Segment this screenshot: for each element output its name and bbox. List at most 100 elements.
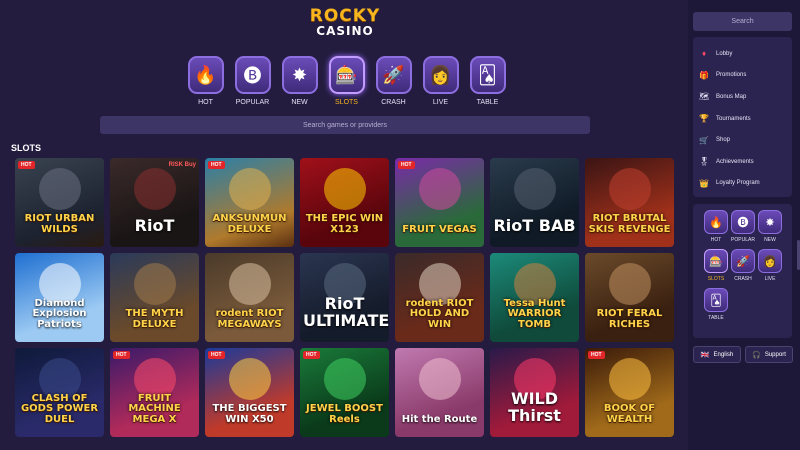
support-label: Support bbox=[764, 351, 786, 358]
sidebar-item-label: Achievements bbox=[716, 158, 754, 165]
game-tile[interactable]: RioT ULTIMATE bbox=[300, 253, 389, 342]
game-art bbox=[323, 358, 366, 400]
game-tile[interactable]: Hit the Route bbox=[395, 348, 484, 437]
sidebar-category-hot[interactable]: 🔥 HOT bbox=[701, 210, 731, 243]
game-title: RioT bbox=[134, 216, 175, 236]
game-art bbox=[608, 168, 651, 210]
game-art bbox=[418, 358, 461, 400]
rocket-icon: 🚀 bbox=[375, 56, 412, 94]
sidebar-item-loyalty-program[interactable]: 👑 Loyalty Program bbox=[693, 173, 792, 195]
game-art bbox=[228, 358, 271, 400]
sidebar-search-input[interactable]: Search bbox=[693, 12, 792, 31]
game-title: BOOK OF WEALTH bbox=[603, 403, 656, 425]
game-tile[interactable]: RioT BAB bbox=[490, 158, 579, 247]
support-button[interactable]: 🎧 Support bbox=[745, 346, 793, 363]
sidebar-item-label: Loyalty Program bbox=[716, 180, 760, 187]
sidebar-category-label: TABLE bbox=[708, 315, 724, 321]
game-title: JEWEL BOOST Reels bbox=[306, 403, 383, 425]
category-label: LIVE bbox=[432, 99, 449, 106]
sidebar-category-new[interactable]: ✸ NEW bbox=[755, 210, 785, 243]
medal-icon: 🎖 bbox=[699, 157, 710, 167]
game-tile[interactable]: RIOT BRUTAL SKIS REVENGE bbox=[585, 158, 674, 247]
game-title: ANKSUNMUN DELUXE bbox=[212, 213, 287, 235]
headset-icon: 🎧 bbox=[752, 351, 761, 359]
game-tile[interactable]: RioT RISK Buy bbox=[110, 158, 199, 247]
game-title: RIOT URBAN WILDS bbox=[24, 213, 95, 235]
game-art bbox=[323, 168, 366, 210]
game-tile[interactable]: Diamond Explosion Patriots bbox=[15, 253, 104, 342]
game-tile[interactable]: rodent RIOT MEGAWAYS bbox=[205, 253, 294, 342]
game-tile[interactable]: THE MYTH DELUXE bbox=[110, 253, 199, 342]
game-title: CLASH OF GODS POWER DUEL bbox=[20, 392, 99, 425]
casino-logo[interactable]: ROCKY CASINO bbox=[300, 8, 390, 38]
hot-badge: HOT bbox=[398, 161, 415, 169]
sidebar-category-table[interactable]: 🂡 TABLE bbox=[701, 288, 731, 321]
category-live[interactable]: 👩 LIVE bbox=[417, 56, 464, 106]
category-label: POPULAR bbox=[235, 99, 270, 106]
sidebar-item-bonus-map[interactable]: 🗺 Bonus Map bbox=[693, 86, 792, 108]
sidebar-category-label: NEW bbox=[764, 237, 776, 243]
popular-badge-icon: 🅑 bbox=[234, 56, 271, 94]
language-button[interactable]: 🇬🇧 English bbox=[693, 346, 741, 363]
game-tile[interactable]: HOT JEWEL BOOST Reels bbox=[300, 348, 389, 437]
game-tile[interactable]: RIOT FERAL RICHES bbox=[585, 253, 674, 342]
game-tile[interactable]: THE EPIC WIN X123 bbox=[300, 158, 389, 247]
sidebar-item-label: Bonus Map bbox=[716, 93, 747, 100]
sidebar-item-lobby[interactable]: ♦ Lobby bbox=[693, 43, 792, 65]
category-table[interactable]: 🂡 TABLE bbox=[464, 56, 511, 106]
game-title: Hit the Route bbox=[401, 413, 478, 425]
sidebar-item-tournaments[interactable]: 🏆 Tournaments bbox=[693, 108, 792, 130]
cart-icon: 🛒 bbox=[699, 135, 709, 145]
game-title: RIOT FERAL RICHES bbox=[596, 308, 663, 330]
new-badge-icon: ✸ bbox=[758, 210, 782, 234]
game-tile[interactable]: HOT RIOT URBAN WILDS bbox=[15, 158, 104, 247]
sidebar-category-crash[interactable]: 🚀 CRASH bbox=[728, 249, 758, 282]
slot-machine-icon: 🎰 bbox=[328, 56, 365, 94]
category-slots[interactable]: 🎰 SLOTS bbox=[323, 56, 370, 106]
crown-icon: 👑 bbox=[699, 178, 709, 188]
category-popular[interactable]: 🅑 POPULAR bbox=[229, 56, 276, 106]
game-title: rodent RIOT MEGAWAYS bbox=[215, 308, 284, 330]
hot-badge: HOT bbox=[208, 161, 225, 169]
hot-badge: HOT bbox=[588, 351, 605, 359]
category-new[interactable]: ✸ NEW bbox=[276, 56, 323, 106]
game-tile[interactable]: HOT BOOK OF WEALTH bbox=[585, 348, 674, 437]
game-tile[interactable]: HOT FRUIT MACHINE MEGA X bbox=[110, 348, 199, 437]
game-tile[interactable]: WILD Thirst bbox=[490, 348, 579, 437]
game-tile[interactable]: CLASH OF GODS POWER DUEL bbox=[15, 348, 104, 437]
sidebar-item-shop[interactable]: 🛒 Shop bbox=[693, 129, 792, 151]
sidebar-item-achievements[interactable]: 🎖 Achievements bbox=[693, 151, 792, 173]
fire-icon: 🔥 bbox=[187, 56, 224, 94]
sidebar-item-promotions[interactable]: 🎁 Promotions bbox=[693, 65, 792, 87]
game-tile[interactable]: HOT THE BIGGEST WIN X50 bbox=[205, 348, 294, 437]
game-title: Diamond Explosion Patriots bbox=[32, 297, 87, 330]
game-tile[interactable]: rodent RIOT HOLD AND WIN bbox=[395, 253, 484, 342]
game-art bbox=[608, 263, 651, 305]
sidebar-category-popular[interactable]: 🅑 POPULAR bbox=[728, 210, 758, 243]
map-icon: 🗺 bbox=[699, 92, 710, 102]
popular-badge-icon: 🅑 bbox=[731, 210, 755, 234]
gift-icon: 🎁 bbox=[699, 70, 709, 80]
sidebar-category-live[interactable]: 👩 LIVE bbox=[755, 249, 785, 282]
game-title: WILD Thirst bbox=[508, 389, 561, 426]
game-tile[interactable]: Tessa Hunt WARRIOR TOMB bbox=[490, 253, 579, 342]
game-title: RIOT BRUTAL SKIS REVENGE bbox=[588, 213, 671, 235]
slot-machine-icon: 🎰 bbox=[704, 249, 728, 273]
fire-icon: 🔥 bbox=[704, 210, 728, 234]
sidebar-category-label: HOT bbox=[710, 237, 722, 243]
category-crash[interactable]: 🚀 CRASH bbox=[370, 56, 417, 106]
live-dealer-icon: 👩 bbox=[422, 56, 459, 94]
game-subtitle: RISK Buy bbox=[168, 162, 196, 168]
trophy-icon: 🏆 bbox=[699, 114, 709, 124]
game-search-input[interactable]: Search games or providers bbox=[100, 116, 590, 134]
sidebar-category-slots[interactable]: 🎰 SLOTS bbox=[701, 249, 731, 282]
category-label: NEW bbox=[291, 99, 308, 106]
category-hot[interactable]: 🔥 HOT bbox=[182, 56, 229, 106]
sidebar-category-grid: 🔥 HOT 🅑 POPULAR ✸ NEW 🎰 SLOTS 🚀 CRASH 👩 LIVE 🂡… bbox=[693, 204, 792, 338]
game-tile[interactable]: HOT ANKSUNMUN DELUXE bbox=[205, 158, 294, 247]
game-tile[interactable]: HOT FRUIT VEGAS bbox=[395, 158, 484, 247]
game-art bbox=[133, 263, 176, 305]
game-art bbox=[418, 168, 461, 210]
category-label: CRASH bbox=[381, 99, 406, 106]
sidebar-item-label: Tournaments bbox=[716, 115, 751, 122]
